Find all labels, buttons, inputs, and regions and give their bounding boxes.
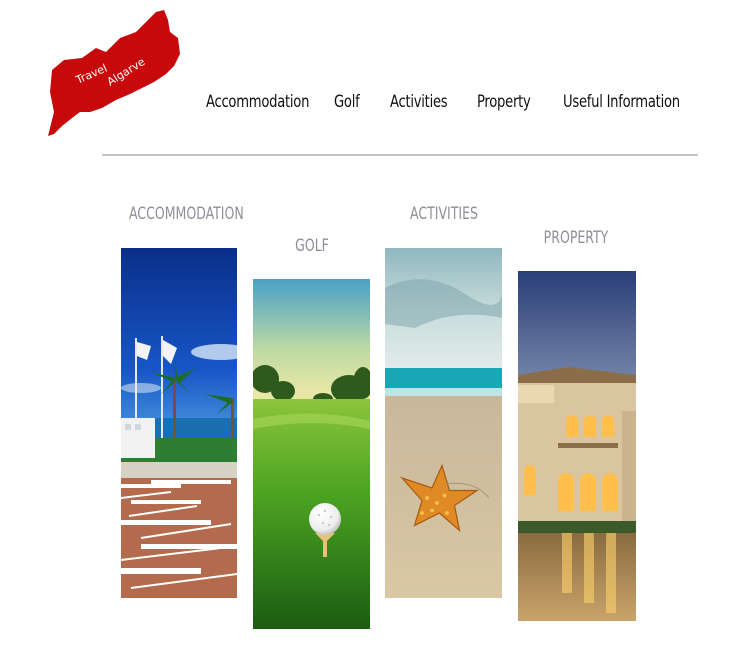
header-divider xyxy=(102,154,698,156)
category-label-activities[interactable]: ACTIVITIES xyxy=(403,204,485,224)
category-panel-property[interactable] xyxy=(518,271,636,621)
resort-pool-palms-image xyxy=(121,248,237,598)
villa-at-dusk-image xyxy=(518,271,636,621)
category-panel-golf[interactable] xyxy=(253,279,370,629)
nav-activities[interactable]: Activities xyxy=(390,92,448,112)
category-label-property[interactable]: PROPERTY xyxy=(535,228,617,248)
golf-ball-on-tee-image xyxy=(253,279,370,629)
algarve-map-icon: Travel Algarve xyxy=(48,10,180,136)
nav-property[interactable]: Property xyxy=(477,92,531,112)
site-logo[interactable]: Travel Algarve xyxy=(44,8,184,140)
category-label-golf[interactable]: GOLF xyxy=(271,236,353,256)
starfish-beach-image xyxy=(385,248,502,598)
category-panel-accommodation[interactable] xyxy=(121,248,237,598)
category-label-accommodation[interactable]: ACCOMMODATION xyxy=(129,204,244,224)
nav-golf[interactable]: Golf xyxy=(334,92,360,112)
nav-useful-information[interactable]: Useful Information xyxy=(563,92,680,112)
nav-accommodation[interactable]: Accommodation xyxy=(206,92,309,112)
category-panel-activities[interactable] xyxy=(385,248,502,598)
